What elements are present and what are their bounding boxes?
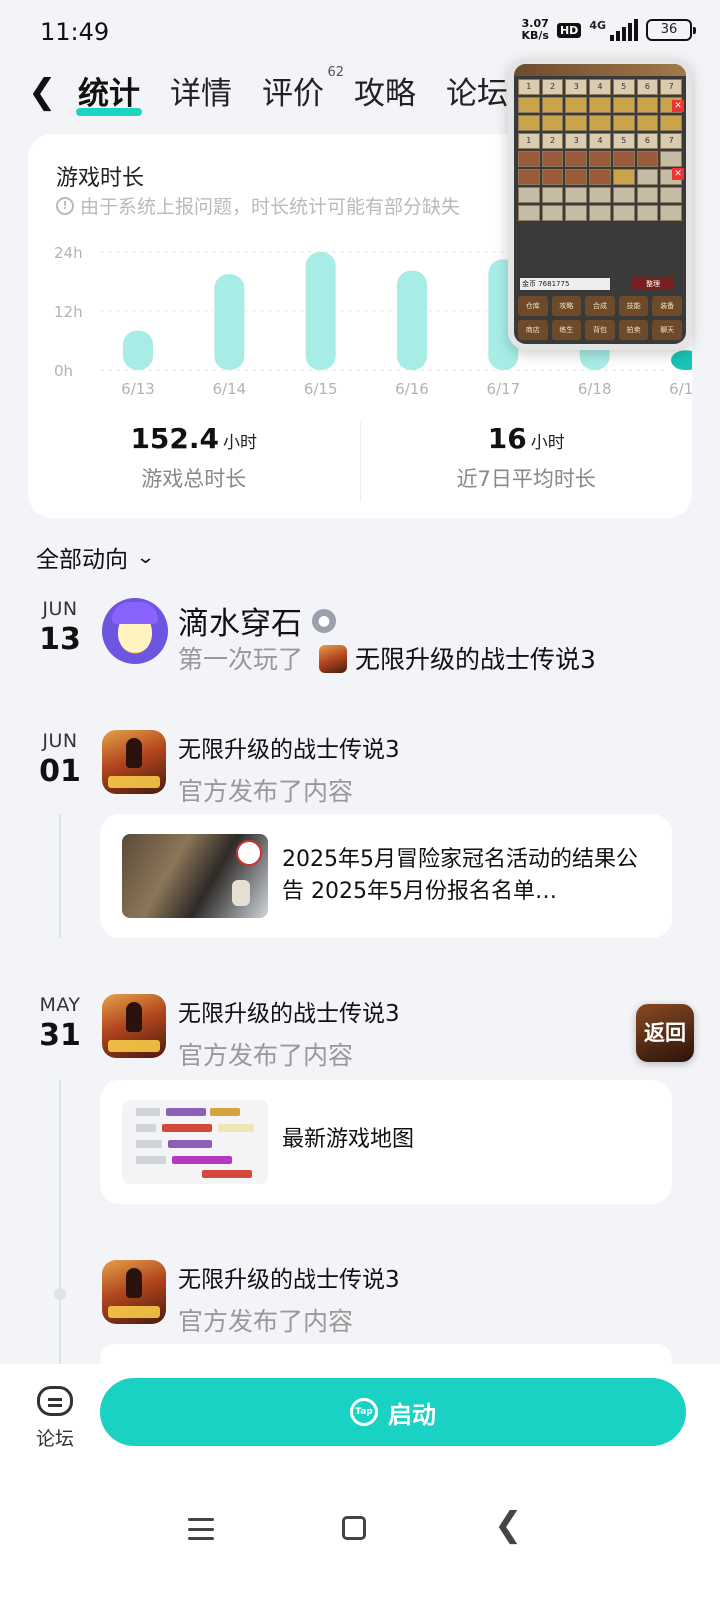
game-title[interactable]: 无限升级的战士传说3 — [178, 994, 400, 1028]
game-icon — [318, 645, 347, 673]
chevron-down-icon: ⌄ — [135, 546, 156, 568]
pip-menu: 仓库 攻略 合成 技能 装备 商店 练生 背包 拍卖 聊天 — [518, 296, 682, 340]
user-name[interactable]: 滴水穿石 ● — [178, 598, 336, 643]
info-icon: ! — [56, 196, 74, 215]
status-indicators: 3.07 KB/s HD 4G 36 — [521, 17, 696, 42]
entry-date: JUN 13 — [39, 598, 81, 657]
game-title[interactable]: 无限升级的战士传说3 — [178, 1260, 400, 1294]
x-tick-label: 6/13 — [121, 380, 155, 398]
game-pip-window[interactable]: 1234567 1234567 ✕ ✕ 金币 7681775 整理 仓库 攻略 合成… — [508, 58, 692, 350]
pip-gold: 金币 7681775 — [520, 278, 610, 290]
chart-bar[interactable] — [397, 270, 427, 370]
post-thumbnail — [122, 834, 268, 918]
timeline-dot — [54, 1288, 66, 1300]
y-tick-label: 12h — [54, 303, 83, 321]
x-tick-label: 6/17 — [486, 380, 520, 398]
post-card[interactable]: 2025年5月冒险家冠名活动的结果公告 2025年5月份报名名单… — [100, 814, 672, 938]
bottom-action-bar: 论坛 Tap 启动 — [0, 1364, 720, 1474]
hd-icon: HD — [556, 22, 582, 38]
average-playtime: 16 小时 近7日平均时长 — [359, 422, 693, 502]
pip-inventory: 1234567 1234567 — [514, 76, 686, 221]
post-thumbnail — [122, 1100, 268, 1184]
signal-icon: 4G — [589, 19, 638, 41]
chat-bubble-icon — [37, 1386, 73, 1416]
menu-icon[interactable] — [188, 1518, 214, 1540]
chart-bar[interactable] — [305, 252, 336, 370]
entry-date: MAY 31 — [39, 994, 81, 1053]
entry-date: JUN 01 — [39, 730, 81, 789]
playtime-note: ! 由于系统上报问题，时长统计可能有部分缺失 — [56, 192, 460, 219]
pip-close-icon[interactable]: ✕ — [672, 100, 684, 112]
forum-button[interactable]: 论坛 — [30, 1386, 80, 1451]
tab-reviews[interactable]: 评价 62 — [262, 66, 344, 118]
playtime-title: 游戏时长 — [56, 166, 145, 191]
tap-logo-icon: Tap — [350, 1398, 378, 1426]
post-text: 最新游戏地图 — [282, 1127, 415, 1152]
post-text: 2025年5月冒险家冠名活动的结果公告 2025年5月份报名名单… — [282, 847, 638, 904]
total-playtime: 152.4 小时 游戏总时长 — [130, 422, 258, 491]
playtime-summary: 152.4 小时 游戏总时长 16 小时 近7日平均时长 — [28, 422, 692, 502]
x-tick-label: 6/15 — [304, 380, 338, 398]
x-tick-label: 6/19 — [669, 380, 692, 398]
timeline-line — [59, 1080, 61, 1364]
x-tick-label: 6/18 — [578, 380, 612, 398]
pip-close-icon[interactable]: ✕ — [672, 168, 684, 180]
home-icon[interactable] — [342, 1516, 366, 1540]
x-tick-label: 6/16 — [395, 380, 429, 398]
post-card[interactable]: 最新游戏地图 — [100, 1080, 672, 1204]
x-tick-label: 6/14 — [212, 380, 246, 398]
game-icon[interactable] — [102, 994, 166, 1058]
activity-filter[interactable]: 全部动向 ⌄ — [36, 540, 156, 574]
network-speed: 3.07 KB/s — [521, 17, 549, 42]
tab-bar: 统计 详情 评价 62 攻略 论坛 — [76, 66, 508, 118]
tab-guides[interactable]: 攻略 — [354, 70, 416, 118]
tab-forum[interactable]: 论坛 — [446, 70, 508, 118]
timeline-line — [59, 814, 61, 938]
status-bar: 11:49 3.07 KB/s HD 4G 36 — [0, 0, 720, 64]
tab-stats[interactable]: 统计 — [76, 70, 142, 118]
y-tick-label: 24h — [54, 244, 83, 262]
launch-button[interactable]: Tap 启动 — [100, 1378, 686, 1446]
back-icon[interactable]: ❮ — [494, 1508, 523, 1542]
chart-bar[interactable] — [123, 330, 153, 370]
game-title[interactable]: 无限升级的战士传说3 — [178, 730, 400, 764]
system-nav-bar: ❮ — [0, 1474, 720, 1600]
chart-bar[interactable] — [214, 274, 245, 370]
played-game-line[interactable]: 第一次玩了 无限升级的战士传说3 — [178, 640, 596, 676]
gamepad-icon: ● — [312, 608, 336, 633]
battery-icon: 36 — [646, 19, 696, 41]
game-icon[interactable] — [102, 1260, 166, 1324]
return-to-game-button[interactable]: 返回 — [636, 1004, 694, 1062]
game-icon[interactable] — [102, 730, 166, 794]
post-subtitle: 官方发布了内容 — [178, 1307, 354, 1336]
post-subtitle: 官方发布了内容 — [178, 777, 354, 806]
back-arrow-icon[interactable]: ❮ — [28, 72, 68, 116]
avatar[interactable] — [102, 598, 168, 664]
post-subtitle: 官方发布了内容 — [178, 1041, 354, 1070]
chart-bar[interactable] — [671, 350, 692, 370]
status-time: 11:49 — [40, 18, 110, 46]
review-count-badge: 62 — [327, 65, 344, 80]
tab-details[interactable]: 详情 — [170, 70, 232, 118]
y-tick-label: 0h — [54, 362, 73, 380]
pip-sort-button[interactable]: 整理 — [632, 278, 674, 290]
